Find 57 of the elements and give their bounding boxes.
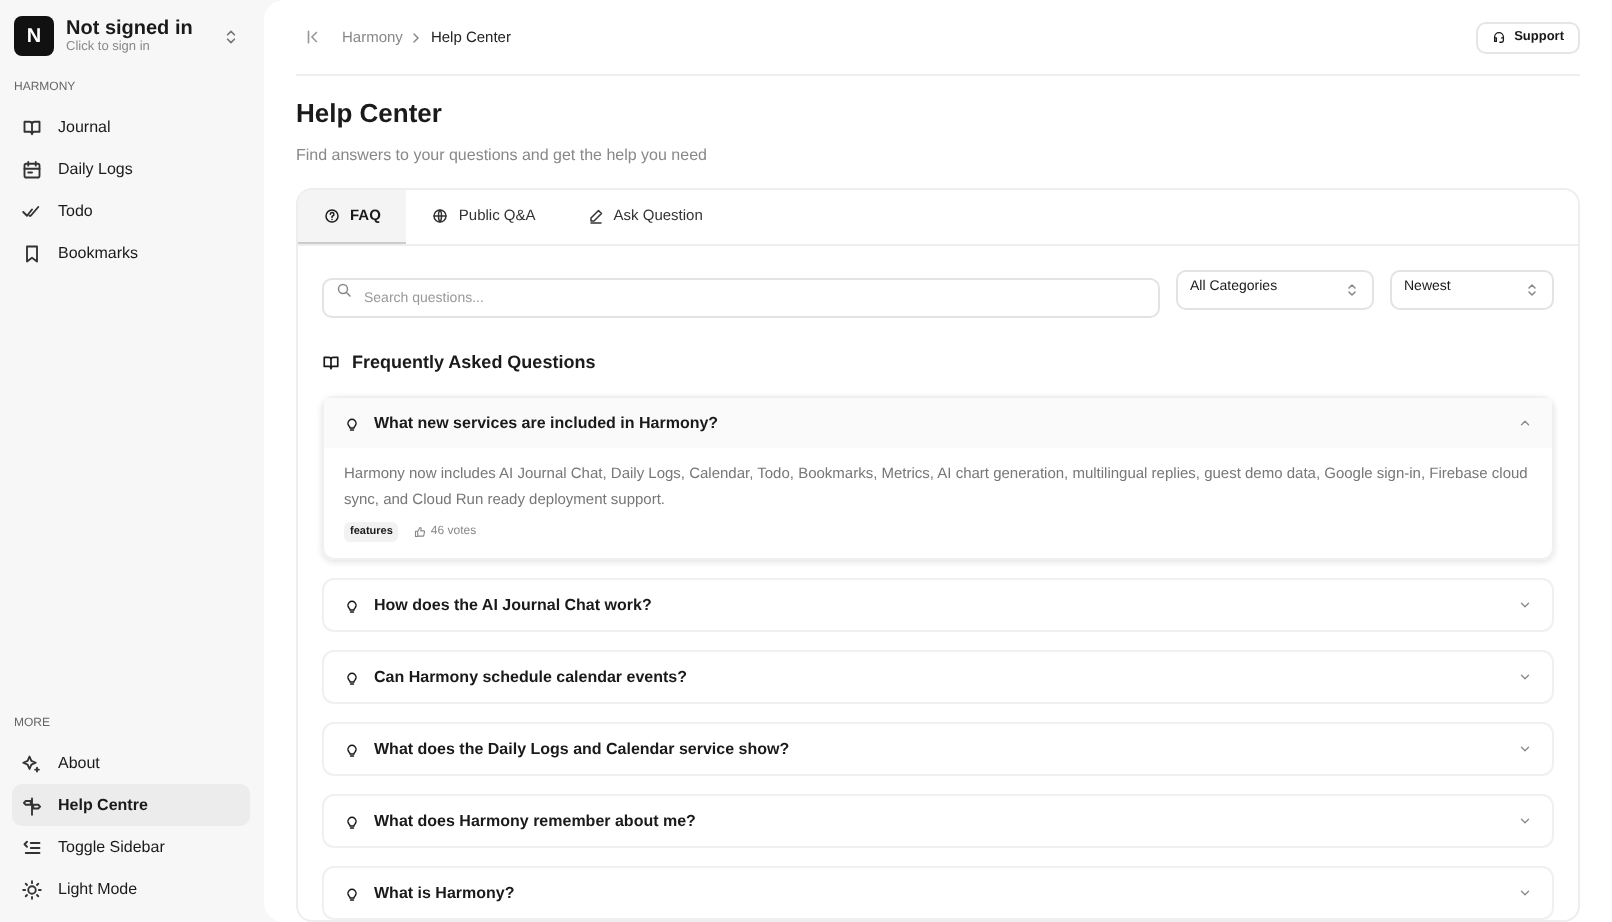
page-subtitle: Find answers to your questions and get the help you need: [296, 143, 709, 167]
avatar: N: [14, 16, 54, 56]
search-icon: [336, 281, 352, 297]
lightbulb-icon: [344, 885, 360, 902]
chevron-down-icon: [1518, 886, 1532, 901]
help-icon: [324, 207, 340, 223]
question-text: What new services are included in Harmony?: [374, 411, 721, 435]
globe-icon: [432, 208, 449, 224]
chevron-updown-icon: [1344, 281, 1360, 297]
question-text: Can Harmony schedule calendar events?: [374, 665, 689, 690]
faq-item[interactable]: What is Harmony?: [322, 866, 1554, 920]
lightbulb-icon: [344, 669, 360, 686]
faq-item[interactable]: What does the Daily Logs and Calendar service show?: [322, 722, 1554, 777]
collapse-icon: [304, 28, 322, 46]
list-icon: [22, 837, 42, 857]
sidebar-item[interactable]: About: [12, 742, 250, 784]
lightbulb-icon: [344, 597, 360, 614]
thumbs-up-icon: [414, 526, 427, 539]
pencil-icon: [587, 208, 604, 224]
sun-icon: [22, 879, 42, 899]
sidebar-item[interactable]: Daily Logs: [12, 148, 250, 190]
chevron-up-icon: [1518, 416, 1532, 430]
checkmark-icon: [22, 201, 42, 221]
faq-item[interactable]: [322, 396, 1554, 561]
faq-item[interactable]: What does Harmony remember about me?: [322, 794, 1554, 849]
chevron-down-icon: [1518, 670, 1532, 685]
bookmark-icon: [22, 243, 42, 263]
question-text: What does the Daily Logs and Calendar service show?: [374, 737, 792, 762]
lightbulb-icon: [344, 741, 360, 758]
sidebar-item[interactable]: Todo: [12, 190, 250, 232]
page-title: Help Center: [296, 96, 444, 132]
account-name: Not signed in: [66, 17, 195, 40]
sidebar-item[interactable]: Bookmarks: [12, 232, 250, 274]
expand-icon: [222, 27, 240, 45]
faq-item[interactable]: Can Harmony schedule calendar events?: [322, 650, 1554, 705]
question-text: How does the AI Journal Chat work?: [374, 593, 654, 618]
lightbulb-icon: [344, 813, 360, 830]
lightbulb-icon: [344, 415, 360, 431]
sparkle-icon: [22, 753, 42, 773]
book-icon: [322, 353, 340, 372]
calendar-icon: [22, 159, 42, 179]
signpost-icon: [22, 795, 42, 815]
chevron-updown-icon: [1524, 281, 1540, 297]
chevron-down-icon: [1518, 742, 1532, 757]
question-text: What does Harmony remember about me?: [374, 809, 698, 834]
sidebar-item[interactable]: Light Mode: [12, 868, 250, 910]
sidebar-item[interactable]: Toggle Sidebar: [12, 826, 250, 868]
book-icon: [22, 117, 42, 137]
chevron-right-icon: [408, 29, 425, 45]
question-text: What is Harmony?: [374, 881, 517, 906]
chevron-down-icon: [1518, 814, 1532, 829]
section-title: Frequently Asked Questions: [352, 349, 596, 376]
headset-icon: [1492, 30, 1507, 44]
chevron-down-icon: [1518, 598, 1532, 613]
sidebar-item[interactable]: Journal: [12, 106, 250, 148]
sidebar-item[interactable]: Help Centre: [12, 784, 250, 826]
faq-item[interactable]: How does the AI Journal Chat work?: [322, 578, 1554, 633]
